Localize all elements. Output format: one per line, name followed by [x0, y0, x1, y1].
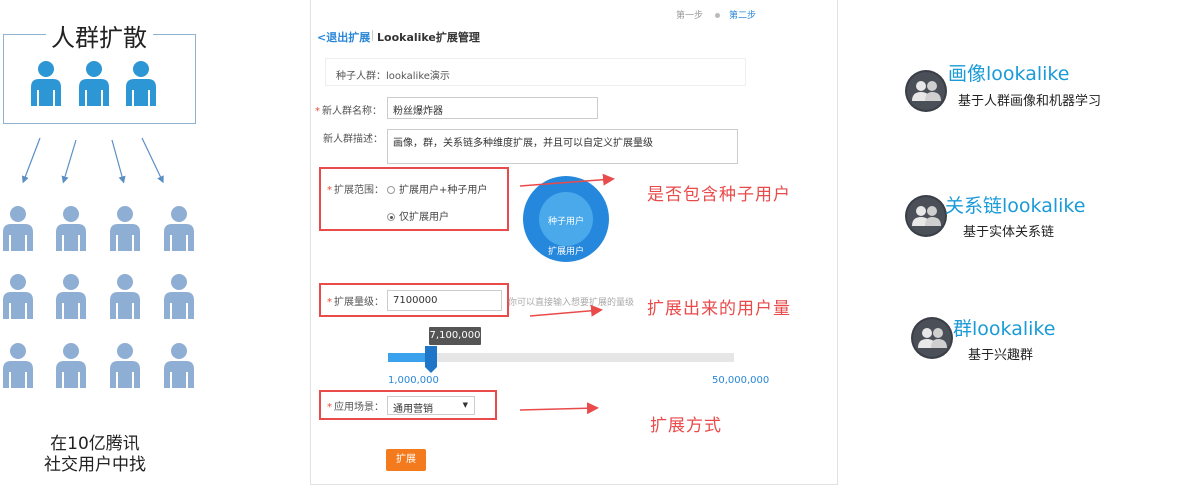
volume-annotation-arrow — [529, 304, 603, 317]
crowd-desc-label: 新人群描述： — [323, 134, 383, 145]
slider-min-label: 1,000,000 — [388, 375, 439, 386]
panel-title: Lookalike扩展管理 — [377, 31, 480, 44]
person-icon — [3, 206, 33, 251]
person-icon — [56, 343, 86, 388]
step-2: 第二步 — [729, 11, 757, 21]
annotation-arrows — [520, 173, 615, 415]
person-icon — [126, 61, 156, 106]
person-icon — [110, 206, 140, 251]
feature-desc-group: 基于兴趣群 — [968, 348, 1034, 363]
scene-select-value: 通用营销 — [393, 404, 433, 415]
caret-down-icon: ▼ — [462, 401, 468, 409]
feature-desc-relation: 基于实体关系链 — [963, 225, 1055, 240]
scene-label: * 应用场景： — [327, 402, 384, 413]
person-icon — [110, 343, 140, 388]
crowd-box-line-left — [3, 34, 47, 35]
left-caption-line2: 社交用户中找 — [44, 455, 146, 475]
user-group-icon — [905, 195, 947, 237]
crowd-desc-textarea[interactable]: 画像，群，关系链多种维度扩展，并且可以自定义扩展量级 — [387, 129, 738, 164]
radio-selected-icon — [387, 213, 395, 221]
crowd-box-line-right — [153, 34, 196, 35]
title-separator — [372, 30, 373, 41]
feature-item-relation — [904, 194, 948, 242]
feature-title-portrait: 画像lookalike — [948, 63, 1070, 85]
range-option-1[interactable]: 扩展用户+种子用户 — [387, 181, 487, 196]
range-label: * 扩展范围： — [327, 185, 384, 196]
range-option-2[interactable]: 仅扩展用户 — [387, 208, 449, 223]
expand-button[interactable]: 扩展 — [386, 449, 426, 471]
person-icon — [110, 274, 140, 319]
person-icon — [56, 206, 86, 251]
crowd-name-label: * 新人群名称： — [315, 106, 382, 117]
feature-desc-portrait: 基于人群画像和机器学习 — [958, 94, 1102, 109]
person-icon — [164, 343, 194, 388]
volume-input[interactable]: 7100000 — [387, 290, 502, 311]
volume-annotation: 扩展出来的用户量 — [647, 299, 791, 319]
slider-tooltip: 7,100,000 — [429, 327, 481, 345]
crowd-title: 人群扩散 — [46, 18, 152, 53]
range-annotation-arrow — [520, 173, 615, 187]
scene-annotation: 扩展方式 — [650, 416, 722, 436]
left-caption: 在10亿腾讯 社交用户中找 — [20, 434, 170, 476]
required-mark: * — [315, 106, 320, 117]
step-dot — [715, 12, 721, 18]
diffusion-arrows-svg — [21, 137, 164, 184]
person-icon — [164, 274, 194, 319]
crowd-name-input[interactable]: 粉丝爆炸器 — [387, 97, 598, 119]
slider-max-label: 50,000,000 — [712, 375, 770, 386]
seed-crowd-info: 种子人群：lookalike演示 — [325, 58, 746, 86]
person-icon — [3, 343, 33, 388]
person-icon — [3, 274, 33, 319]
left-caption-line1: 在10亿腾讯 — [50, 434, 140, 454]
step-indicator: 第一步 第二步 — [676, 8, 756, 21]
feature-item-portrait — [904, 69, 948, 117]
volume-label: * 扩展量级： — [327, 297, 384, 308]
person-icon — [56, 274, 86, 319]
volume-slider-handle[interactable] — [425, 346, 437, 373]
person-icon — [31, 61, 61, 106]
person-icon — [164, 206, 194, 251]
feature-item-group — [910, 316, 954, 364]
scene-annotation-arrow — [520, 402, 599, 415]
user-group-icon — [911, 317, 953, 359]
radio-icon — [387, 186, 395, 194]
person-icon — [79, 61, 109, 106]
exit-expand-link[interactable]: <退出扩展 — [317, 29, 370, 45]
scene-select[interactable]: 通用营销 ▼ — [387, 396, 475, 415]
step-1: 第一步 — [676, 11, 704, 21]
feature-title-relation: 关系链lookalike — [945, 195, 1086, 217]
range-annotation: 是否包含种子用户 — [647, 185, 791, 205]
feature-title-group: 群lookalike — [953, 318, 1056, 340]
user-group-icon — [905, 70, 947, 112]
